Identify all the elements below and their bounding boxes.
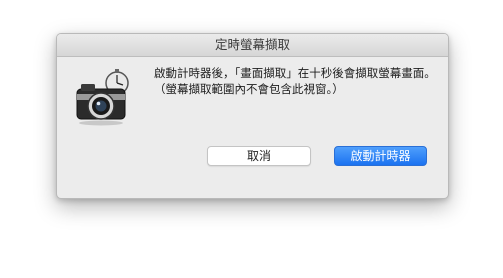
dialog-content: 啟動計時器後，「畫面擷取」在十秒後會擷取螢幕畫面。（螢幕擷取範圍內不會包含此視窗…	[57, 57, 448, 198]
timed-screenshot-dialog: 定時螢幕擷取 啟動計時器後，「畫面擷取」在十秒後會擷取螢幕畫面。（螢幕擷取範圍內…	[56, 33, 449, 199]
cancel-button[interactable]: 取消	[207, 146, 311, 166]
dialog-message: 啟動計時器後，「畫面擷取」在十秒後會擷取螢幕畫面。（螢幕擷取範圍內不會包含此視窗…	[154, 66, 436, 96]
start-timer-button[interactable]: 啟動計時器	[334, 146, 427, 166]
camera-timer-icon	[73, 67, 133, 127]
window-title: 定時螢幕擷取	[57, 34, 448, 57]
